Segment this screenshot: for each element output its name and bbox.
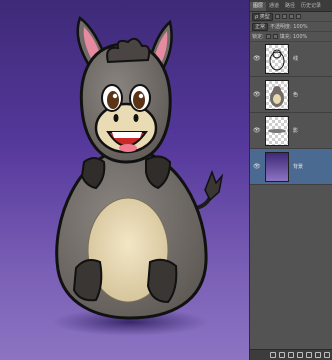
mask-icon[interactable] (288, 352, 294, 358)
opacity-field[interactable]: 不透明度: 100% (270, 23, 308, 30)
visibility-eye-icon[interactable]: 👁 (253, 163, 261, 170)
link-layers-icon[interactable] (270, 352, 276, 358)
layer-thumbnail (265, 79, 289, 110)
tab-channels[interactable]: 通道 (266, 2, 282, 11)
tab-history[interactable]: 历史记录 (298, 2, 324, 11)
visibility-eye-icon[interactable]: 👁 (253, 127, 261, 134)
layer-name[interactable]: 线 (293, 55, 298, 62)
document-canvas[interactable] (0, 0, 249, 360)
layers-panel: 图层 通道 路径 历史记录 ρ 类型 正常 不透明度: 100% 锁定: 填充:… (249, 0, 332, 360)
layer-thumbnail (265, 151, 289, 182)
donkey-illustration (52, 15, 224, 336)
trash-icon[interactable] (324, 352, 330, 358)
layer-row-color[interactable]: 👁 色 (250, 77, 332, 113)
tab-layers[interactable]: 图层 (250, 2, 267, 11)
filter-type-icon[interactable] (288, 14, 294, 19)
layer-name[interactable]: 色 (293, 91, 298, 98)
filter-row: ρ 类型 (250, 12, 332, 22)
layers-bottom-toolbar (250, 349, 332, 360)
fx-icon[interactable] (279, 352, 285, 358)
lock-pixels-icon[interactable] (265, 34, 271, 39)
visibility-eye-icon[interactable]: 👁 (253, 55, 261, 62)
folder-icon[interactable] (306, 352, 312, 358)
tab-paths[interactable]: 路径 (282, 2, 298, 11)
layer-row-shadow[interactable]: 👁 影 (250, 113, 332, 149)
layer-filter-select[interactable]: ρ 类型 (252, 12, 273, 21)
layer-row-background[interactable]: 👁 背景 (250, 149, 332, 185)
panel-tabs: 图层 通道 路径 历史记录 (250, 0, 332, 12)
fill-field[interactable]: 填充: 100% (280, 33, 308, 40)
blend-row: 正常 不透明度: 100% (250, 22, 332, 32)
filter-adjust-icon[interactable] (281, 14, 287, 19)
layer-row-lines[interactable]: 👁 线 (250, 41, 332, 77)
filter-shape-icon[interactable] (295, 14, 301, 19)
layer-name[interactable]: 背景 (293, 163, 303, 170)
lock-position-icon[interactable] (272, 34, 278, 39)
layer-thumbnail (265, 115, 289, 146)
blend-mode-select[interactable]: 正常 (252, 22, 269, 31)
adjustment-icon[interactable] (297, 352, 303, 358)
layer-thumbnail (265, 43, 289, 74)
lock-label: 锁定: (252, 34, 264, 40)
filter-pixel-icon[interactable] (274, 14, 280, 19)
layer-name[interactable]: 影 (293, 127, 298, 134)
visibility-eye-icon[interactable]: 👁 (253, 91, 261, 98)
new-layer-icon[interactable] (315, 352, 321, 358)
